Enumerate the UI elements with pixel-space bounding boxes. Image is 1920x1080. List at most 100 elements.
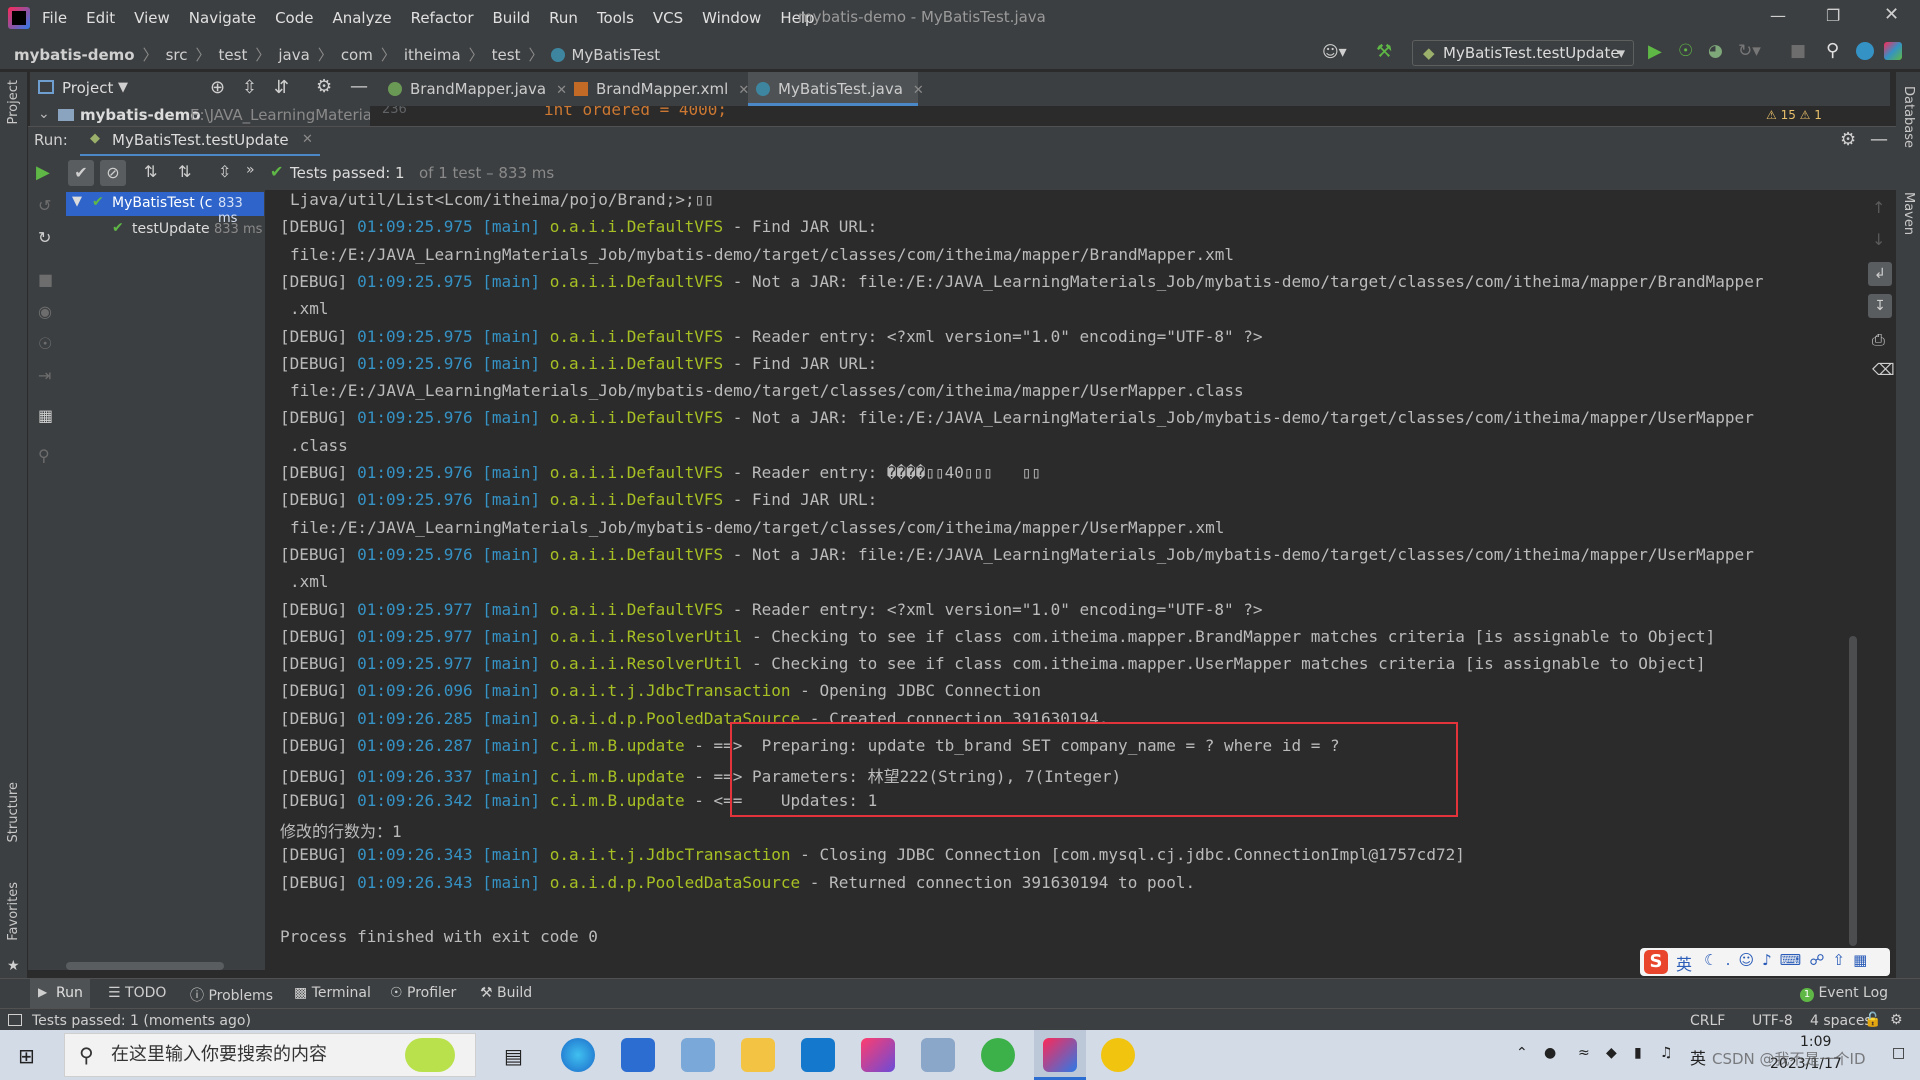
store-icon[interactable]	[621, 1038, 655, 1072]
maven-tool-button[interactable]: Maven	[1901, 192, 1916, 235]
stop-icon[interactable]: ■	[38, 270, 53, 289]
bug-icon[interactable]: ☉	[38, 334, 52, 353]
tab-profiler-tool[interactable]: ☉ Profiler	[390, 985, 456, 1001]
menu-navigate[interactable]: Navigate	[189, 9, 256, 27]
tab-problems-tool[interactable]: ⓘ Problems	[190, 985, 273, 1005]
file-encoding[interactable]: UTF-8	[1752, 1013, 1793, 1029]
hide-icon[interactable]: —	[350, 76, 368, 97]
breadcrumb-item[interactable]: mybatis-demo	[14, 46, 135, 64]
menu-edit[interactable]: Edit	[86, 9, 115, 27]
structure-tool-button[interactable]: Structure	[6, 782, 21, 842]
menu-file[interactable]: File	[42, 9, 67, 27]
project-root[interactable]: mybatis-demo	[80, 106, 201, 124]
show-ignored-icon[interactable]: ⊘	[100, 160, 126, 186]
database-tool-button[interactable]: Database	[1901, 86, 1916, 148]
menu-view[interactable]: View	[134, 9, 170, 27]
breadcrumb-item[interactable]: java	[278, 46, 309, 64]
menu-tools[interactable]: Tools	[597, 9, 634, 27]
wechat-icon[interactable]	[981, 1038, 1015, 1072]
soft-wrap-icon[interactable]: ↲	[1868, 262, 1892, 286]
close-icon[interactable]: ✕	[913, 83, 924, 98]
tab-build-tool[interactable]: ⚒ Build	[480, 985, 532, 1001]
sort-alpha-icon[interactable]: ⇅	[144, 162, 157, 181]
trash-icon[interactable]: ⌫	[1872, 360, 1895, 379]
battery-icon[interactable]: ▮	[1634, 1045, 1642, 1061]
camera-icon[interactable]: ◉	[38, 302, 52, 321]
tab-mybatistest-java[interactable]: MyBatisTest.java ✕	[748, 72, 924, 106]
notification-icon[interactable]: □	[1892, 1045, 1905, 1061]
tray-chevron-up-icon[interactable]: ⌃	[1516, 1045, 1528, 1061]
ime-tool-icons[interactable]: ☾․☺♪⌨☍⇧▦	[1704, 951, 1875, 969]
build-hammer-icon[interactable]: ⚒	[1376, 41, 1392, 62]
project-view-select[interactable]: Project	[62, 79, 113, 97]
event-log-button[interactable]: 1 Event Log	[1800, 985, 1888, 1002]
taskbar-search-input[interactable]: ⚲ 在这里输入你要搜索的内容	[64, 1033, 476, 1077]
indent-setting[interactable]: 4 spaces	[1810, 1013, 1872, 1029]
gear-icon[interactable]: ⚙	[316, 76, 332, 97]
breadcrumb-item[interactable]: test	[492, 46, 521, 64]
pin-icon[interactable]: ⚲	[38, 446, 50, 465]
menu-analyze[interactable]: Analyze	[332, 9, 391, 27]
volume-icon[interactable]: ♫	[1660, 1045, 1673, 1061]
menu-refactor[interactable]: Refactor	[411, 9, 474, 27]
stop-icon[interactable]: ■	[1790, 41, 1806, 61]
close-icon[interactable]: ✕	[1884, 4, 1899, 25]
close-icon[interactable]: ✕	[302, 132, 313, 147]
console-output[interactable]: Ljava/util/List<Lcom/itheima/pojo/Brand;…	[268, 190, 1868, 972]
show-passed-icon[interactable]: ✔	[68, 160, 94, 186]
more-icon[interactable]: »	[246, 162, 255, 178]
menu-run[interactable]: Run	[549, 9, 578, 27]
jetbrains-toolbox-icon[interactable]	[861, 1038, 895, 1072]
restore-icon[interactable]: ❐	[1826, 6, 1840, 25]
tab-terminal-tool[interactable]: ▩ Terminal	[294, 985, 371, 1001]
tab-run-tool[interactable]: ▶ Run	[30, 979, 90, 1009]
breadcrumb-item[interactable]: src	[166, 46, 188, 64]
print-icon[interactable]: ⎙	[1872, 330, 1885, 350]
menu-window[interactable]: Window	[702, 9, 761, 27]
console-scrollbar[interactable]	[1849, 636, 1857, 946]
memory-indicator-icon[interactable]: ⚙	[1890, 1012, 1903, 1028]
minimize-icon[interactable]: —	[1770, 6, 1786, 25]
expand-all-icon[interactable]: ⇳	[218, 162, 231, 181]
warnings-count[interactable]: ⚠ 15 ⚠ 1	[1766, 108, 1822, 122]
control-panel-icon[interactable]	[681, 1038, 715, 1072]
gear-icon[interactable]: ⚙	[1840, 129, 1856, 150]
tab-brandmapper-xml[interactable]: BrandMapper.xml ✕	[566, 72, 749, 106]
menu-build[interactable]: Build	[493, 9, 531, 27]
collapse-all-icon[interactable]: ⇵	[274, 77, 289, 98]
toolbox-tray-icon[interactable]: ◆	[1606, 1045, 1617, 1061]
intellij-taskbar-item[interactable]	[1034, 1030, 1086, 1080]
qq-icon[interactable]: ●	[1544, 1045, 1556, 1061]
expand-all-icon[interactable]: ⇳	[242, 77, 257, 98]
breadcrumb-item[interactable]: MyBatisTest	[571, 46, 660, 64]
toggle-auto-test-icon[interactable]: ↻	[38, 228, 51, 247]
wifi-icon[interactable]: ≈	[1578, 1045, 1590, 1061]
app-s-icon[interactable]	[801, 1038, 835, 1072]
rerun-failed-icon[interactable]: ↺	[38, 196, 51, 215]
test-tree-item-class[interactable]: ▼ ✔ MyBatisTest (c 833 ms	[66, 192, 264, 226]
file-explorer-icon[interactable]	[741, 1038, 775, 1072]
export-icon[interactable]: ⇥	[38, 366, 51, 385]
menu-code[interactable]: Code	[275, 9, 313, 27]
test-tree-item-method[interactable]: ✔ testUpdate 833 ms	[66, 218, 264, 242]
status-message[interactable]: Tests passed: 1 (moments ago)	[32, 1013, 251, 1029]
user-icon[interactable]: ☺▾	[1322, 42, 1347, 61]
tab-run-mybatistest-testupdate[interactable]: ◆ MyBatisTest.testUpdate ✕	[80, 127, 320, 157]
ime-language[interactable]: 英	[1676, 951, 1692, 975]
line-separator[interactable]: CRLF	[1690, 1013, 1725, 1029]
hide-icon[interactable]: —	[1870, 129, 1888, 150]
edge-icon[interactable]	[561, 1038, 595, 1072]
windows-start-icon[interactable]: ⊞	[18, 1044, 35, 1068]
breadcrumb-item[interactable]: itheima	[404, 46, 461, 64]
scroll-to-end-icon[interactable]: ↧	[1868, 294, 1892, 318]
menu-vcs[interactable]: VCS	[653, 9, 683, 27]
task-view-icon[interactable]: ▤	[504, 1044, 523, 1068]
coverage-icon[interactable]: ◕	[1708, 41, 1723, 61]
debug-icon[interactable]: ☉	[1678, 41, 1693, 61]
breadcrumb-item[interactable]: test	[219, 46, 248, 64]
update-icon[interactable]	[1856, 42, 1874, 60]
up-arrow-icon[interactable]: ↑	[1872, 198, 1885, 217]
lock-icon[interactable]: 🔓	[1864, 1012, 1881, 1028]
profile-icon[interactable]: ↻▾	[1738, 41, 1761, 61]
tab-todo-tool[interactable]: ☰ TODO	[108, 985, 166, 1001]
